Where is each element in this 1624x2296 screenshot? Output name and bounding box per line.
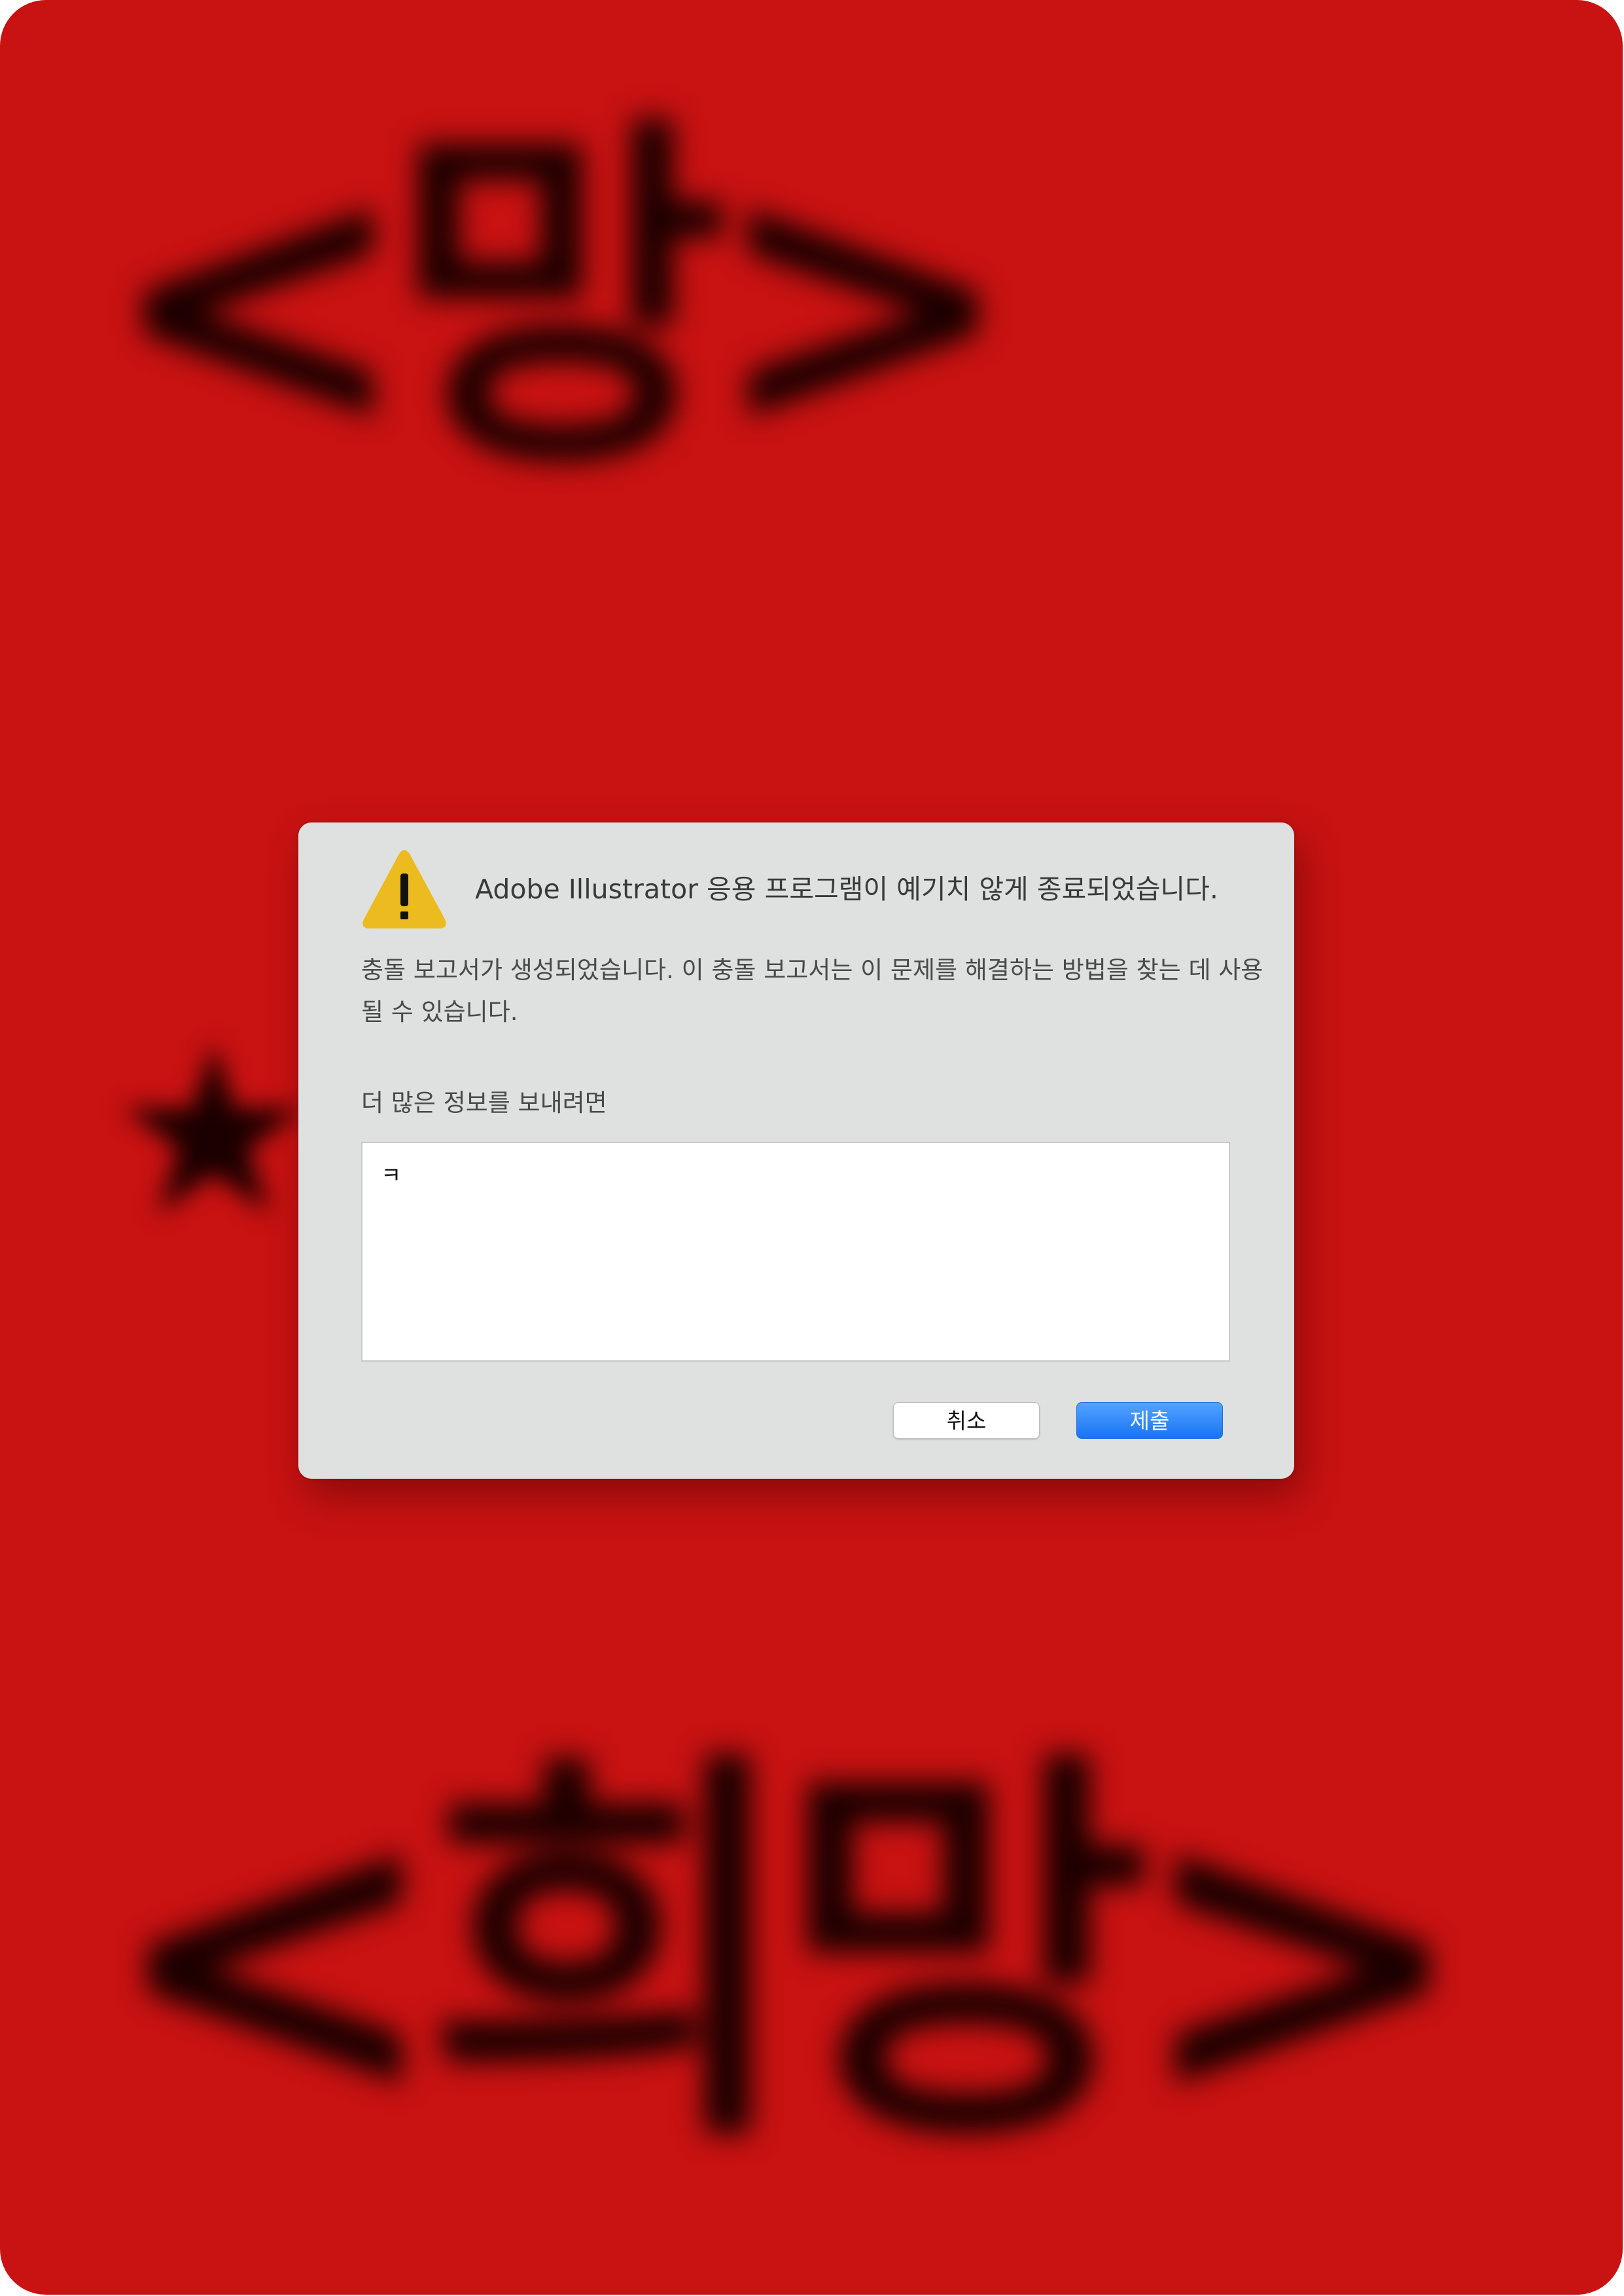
dialog-message: 충돌 보고서가 생성되었습니다. 이 충돌 보고서는 이 문제를 해결하는 방법… <box>361 956 1263 1026</box>
dialog-title: Adobe Illustrator 응용 프로그램이 예기치 않게 종료되었습니… <box>475 874 1218 905</box>
blurred-heading-top: <망> <box>105 88 1017 514</box>
more-info-label: 더 많은 정보를 보내려면 <box>361 1089 607 1117</box>
blurred-star-icon: ★ <box>108 995 319 1269</box>
warning-triangle-icon <box>362 850 446 928</box>
crash-report-dialog: Adobe Illustrator 응용 프로그램이 예기치 않게 종료되었습니… <box>298 822 1294 1479</box>
cancel-button[interactable]: 취소 <box>893 1402 1040 1439</box>
more-info-textarea[interactable]: ㅋ <box>361 1142 1230 1362</box>
submit-button[interactable]: 제출 <box>1076 1402 1223 1439</box>
red-poster-background: <망> ★ <희망> Adobe Illustrator 응용 프로그램이 예기… <box>0 0 1623 2295</box>
blurred-heading-bottom: <희망> <box>105 1720 1472 2192</box>
